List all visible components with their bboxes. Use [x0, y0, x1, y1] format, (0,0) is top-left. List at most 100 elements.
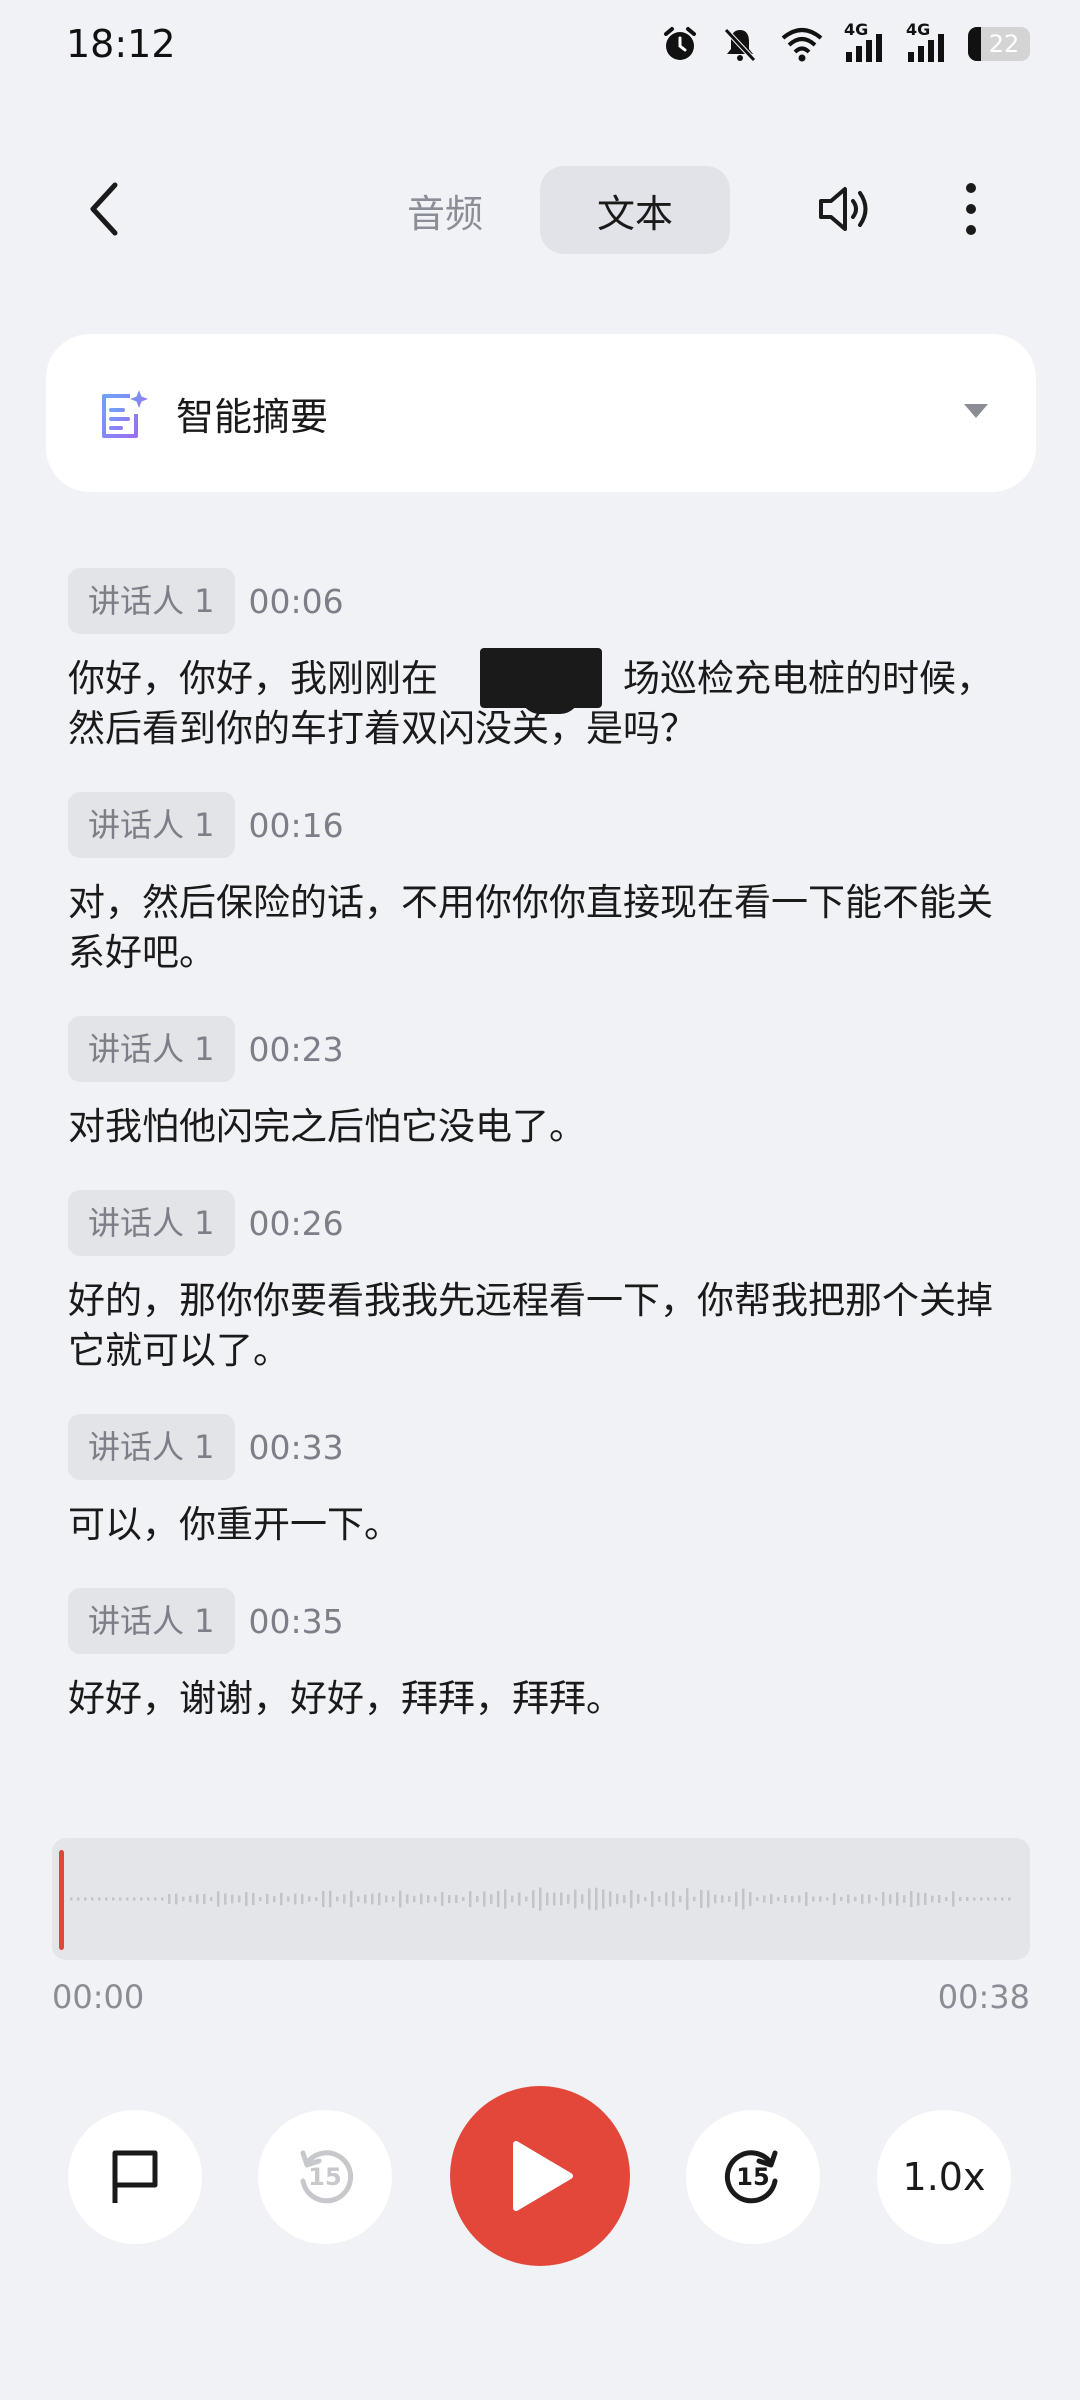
waveform-bar	[525, 1896, 528, 1902]
waveform-bar	[826, 1897, 829, 1901]
alarm-icon	[664, 27, 696, 60]
waveform-bar	[560, 1892, 563, 1906]
entry-timestamp[interactable]: 00:26	[249, 1204, 344, 1243]
speaker-button[interactable]	[810, 174, 880, 244]
entry-text[interactable]: 可以，你重开一下。	[68, 1500, 1028, 1550]
waveform-bar	[630, 1890, 633, 1908]
entry-text[interactable]: 好的，那你你要看我我先远程看一下，你帮我把那个关掉它就可以了。	[68, 1276, 1028, 1376]
waveform-bar	[798, 1895, 801, 1903]
waveform-bar	[840, 1896, 843, 1902]
waveform-bar	[812, 1896, 815, 1902]
waveform-bar	[476, 1895, 479, 1903]
entry-timestamp[interactable]: 00:33	[249, 1428, 344, 1467]
speaker-tag[interactable]: 讲话人 1	[68, 568, 235, 634]
speaker-tag[interactable]: 讲话人 1	[68, 1190, 235, 1256]
waveform-bar	[175, 1893, 178, 1905]
entry-timestamp[interactable]: 00:23	[249, 1030, 344, 1069]
waveform-bar	[231, 1894, 234, 1904]
back-button[interactable]	[70, 174, 140, 244]
entry-header: 讲话人 1 00:16	[68, 792, 1028, 858]
waveform-bar	[735, 1891, 738, 1907]
waveform-bar	[252, 1892, 255, 1906]
waveform-bar	[385, 1895, 388, 1903]
waveform-bar	[749, 1892, 752, 1906]
playback-controls: 15 15 1.0x	[0, 2080, 1080, 2280]
entry-text[interactable]: 好好，谢谢，好好，拜拜，拜拜。	[68, 1674, 1028, 1724]
waveform-bar	[210, 1896, 213, 1902]
speaker-tag[interactable]: 讲话人 1	[68, 1016, 235, 1082]
playback-speed-button[interactable]: 1.0x	[877, 2110, 1011, 2244]
waveform-bar	[413, 1895, 416, 1903]
waveform-bar	[336, 1896, 339, 1902]
waveform-bar	[644, 1896, 647, 1902]
entry-header: 讲话人 1 00:33	[68, 1414, 1028, 1480]
waveform-bar	[980, 1897, 983, 1901]
waveform-bar	[399, 1890, 402, 1908]
speaker-tag[interactable]: 讲话人 1	[68, 1588, 235, 1654]
waveform-bar	[728, 1896, 731, 1902]
flag-icon	[112, 2150, 158, 2203]
waveform-bar	[700, 1889, 703, 1909]
play-button[interactable]	[450, 2086, 630, 2266]
mark-button[interactable]	[68, 2110, 202, 2244]
waveform-bar	[938, 1894, 941, 1904]
waveform-bar	[504, 1889, 507, 1909]
entry-text[interactable]: 对我怕他闪完之后怕它没电了。	[68, 1102, 1028, 1152]
rewind-seconds: 15	[308, 2163, 342, 2191]
entry-header: 讲话人 1 00:26	[68, 1190, 1028, 1256]
forward-button[interactable]: 15	[686, 2110, 820, 2244]
waveform-bar	[133, 1897, 136, 1901]
speaker-tag[interactable]: 讲话人 1	[68, 792, 235, 858]
waveform-bar	[203, 1893, 206, 1905]
waveform-bar	[280, 1892, 283, 1906]
waveform-bar	[602, 1889, 605, 1909]
waveform-bar	[196, 1894, 199, 1904]
transcript-entry: 讲话人 1 00:26 好的，那你你要看我我先远程看一下，你帮我把那个关掉它就可…	[68, 1190, 1028, 1376]
waveform-bar	[245, 1892, 248, 1906]
waveform-scrubber[interactable]	[52, 1838, 1030, 1960]
waveform-bar	[490, 1894, 493, 1904]
entry-timestamp[interactable]: 00:16	[249, 806, 344, 845]
ai-summary-icon	[102, 390, 148, 438]
waveform-bar	[273, 1895, 276, 1903]
smart-summary-card[interactable]: 智能摘要	[46, 334, 1036, 492]
waveform-bar	[448, 1895, 451, 1903]
entry-header: 讲话人 1 00:35	[68, 1588, 1028, 1654]
waveform-bar	[329, 1890, 332, 1908]
entry-timestamp[interactable]: 00:35	[249, 1602, 344, 1641]
rewind-button[interactable]: 15	[258, 2110, 392, 2244]
waveform-bar	[112, 1897, 115, 1901]
waveform-bar	[693, 1896, 696, 1902]
waveform-bar	[966, 1897, 969, 1901]
waveform-bar	[791, 1895, 794, 1903]
waveform-bar	[511, 1895, 514, 1903]
entry-text[interactable]: 对，然后保险的话，不用你你你直接现在看一下能不能关系好吧。	[68, 878, 1028, 978]
waveform-bar	[931, 1895, 934, 1903]
waveform-bar	[532, 1890, 535, 1908]
tab-audio[interactable]: 音频	[380, 166, 510, 254]
waveform-bar	[868, 1894, 871, 1904]
waveform-bar	[686, 1888, 689, 1910]
waveform-bar	[441, 1892, 444, 1906]
speaker-tag[interactable]: 讲话人 1	[68, 1414, 235, 1480]
waveform-bar	[637, 1894, 640, 1904]
transcript-entry: 讲话人 1 00:35 好好，谢谢，好好，拜拜，拜拜。	[68, 1588, 1028, 1724]
total-time: 00:38	[937, 1978, 1030, 2016]
playhead[interactable]	[59, 1850, 64, 1950]
transcript-entry: 讲话人 1 00:06 你好，你好，我刚刚在 场巡检充电桩的时候，然后看到你的车…	[68, 568, 1028, 754]
transcript-entry: 讲话人 1 00:16 对，然后保险的话，不用你你你直接现在看一下能不能关系好吧…	[68, 792, 1028, 978]
chevron-left-icon	[90, 182, 118, 236]
play-icon	[513, 2141, 573, 2211]
waveform-bar	[168, 1894, 171, 1904]
waveform-bar	[497, 1890, 500, 1908]
dropdown-arrow-icon[interactable]	[964, 404, 988, 418]
waveform-bar	[651, 1891, 654, 1907]
speaker-icon	[819, 187, 868, 231]
more-options-button[interactable]	[946, 174, 996, 244]
waveform-bar	[371, 1893, 374, 1905]
entry-timestamp[interactable]: 00:06	[249, 582, 344, 621]
waveform-bars	[70, 1887, 1011, 1911]
waveform-bar	[875, 1897, 878, 1901]
smart-summary-label: 智能摘要	[176, 395, 329, 439]
tab-text[interactable]: 文本	[540, 166, 730, 254]
